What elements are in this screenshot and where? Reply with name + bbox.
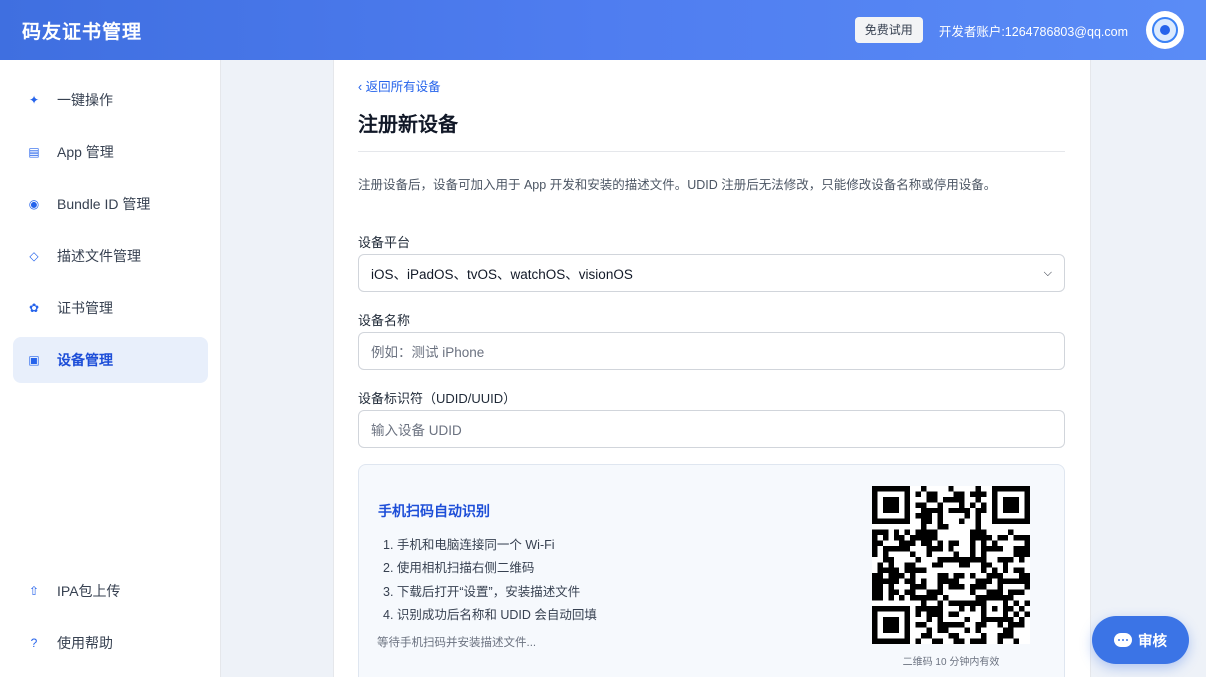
scan-step: 4. 识别成功后名称和 UDID 会自动回填 [383,608,597,622]
review-button[interactable]: 审核 [1092,616,1189,664]
sidebar-item-label: IPA包上传 [57,583,121,599]
sidebar-item-profiles[interactable]: ◇ 描述文件管理 [13,233,208,279]
avatar-logo-icon [1152,17,1178,43]
sidebar-item-bundle-id[interactable]: ◉ Bundle ID 管理 [13,181,208,227]
qr-expiry-note: 二维码 10 分钟内有效 [902,657,1000,668]
free-trial-button[interactable]: 免费试用 [854,17,923,43]
platform-label: 设备平台 [358,235,411,250]
device-name-placeholder: 例如：测试 iPhone [371,345,485,360]
app-title: 码友证书管理 [22,21,143,43]
upload-arrow-icon: ⇧ [28,584,40,598]
sidebar-item-label: 证书管理 [57,300,113,316]
scan-title: 手机扫码自动识别 [378,503,490,519]
header-actions: 免费试用 开发者账户:1264786803@qq.com [854,11,1184,49]
sidebar-item-label: Bundle ID 管理 [57,196,151,212]
back-to-devices-link[interactable]: ‹ 返回所有设备 [358,76,441,95]
udid-label: 设备标识符（UDID/UUID） [358,391,517,406]
sidebar-item-ipa-upload[interactable]: ⇧ IPA包上传 [13,568,208,614]
sidebar-item-help[interactable]: ? 使用帮助 [13,620,208,666]
scan-status: 等待手机扫码并安装描述文件... [377,637,537,649]
page-description: 注册设备后，设备可加入用于 App 开发和安装的描述文件。UDID 注册后无法修… [358,178,997,192]
chat-bubble-icon [1114,633,1132,647]
list-icon: ▤ [28,145,40,159]
chevron-down-icon: ⌵ [1043,266,1052,279]
sidebar: ✦ 一键操作 ▤ App 管理 ◉ Bundle ID 管理 ◇ 描述文件管理 … [0,60,221,677]
sidebar-item-label: 设备管理 [57,352,113,368]
device-icon: ▣ [28,353,40,367]
sidebar-item-label: 一键操作 [57,92,113,108]
sidebar-item-app[interactable]: ▤ App 管理 [13,129,208,175]
top-header: 码友证书管理 免费试用 开发者账户:1264786803@qq.com [0,0,1206,60]
device-name-input[interactable]: 例如：测试 iPhone [358,332,1065,370]
sidebar-item-label: 使用帮助 [57,635,113,651]
sidebar-item-one-click[interactable]: ✦ 一键操作 [13,77,208,123]
platform-select[interactable]: iOS、iPadOS、tvOS、watchOS、visionOS ⌵ [358,254,1065,292]
platform-selected-value: iOS、iPadOS、tvOS、watchOS、visionOS [371,267,633,282]
sidebar-item-certificates[interactable]: ✿ 证书管理 [13,285,208,331]
sidebar-item-label: App 管理 [57,144,114,160]
scan-step: 1. 手机和电脑连接同一个 Wi-Fi [383,538,555,552]
radio-icon: ◉ [28,197,40,211]
divider [358,151,1065,152]
device-name-label: 设备名称 [358,313,411,328]
page-title: 注册新设备 [358,114,458,136]
qr-code [872,486,1030,644]
help-icon: ? [30,636,38,650]
diamond-icon: ◇ [29,249,39,263]
sidebar-item-devices[interactable]: ▣ 设备管理 [13,337,208,383]
avatar[interactable] [1146,11,1184,49]
udid-input[interactable]: 输入设备 UDID [358,410,1065,448]
sidebar-item-label: 描述文件管理 [57,248,141,264]
developer-account: 开发者账户:1264786803@qq.com [938,24,1128,39]
sparkle-icon: ✦ [28,93,40,107]
review-button-label: 审核 [1138,633,1167,650]
scan-step: 3. 下载后打开“设置”，安装描述文件 [383,585,581,599]
flower-icon: ✿ [28,301,40,315]
udid-placeholder: 输入设备 UDID [371,423,462,438]
scan-step: 2. 使用相机扫描右侧二维码 [383,561,535,575]
